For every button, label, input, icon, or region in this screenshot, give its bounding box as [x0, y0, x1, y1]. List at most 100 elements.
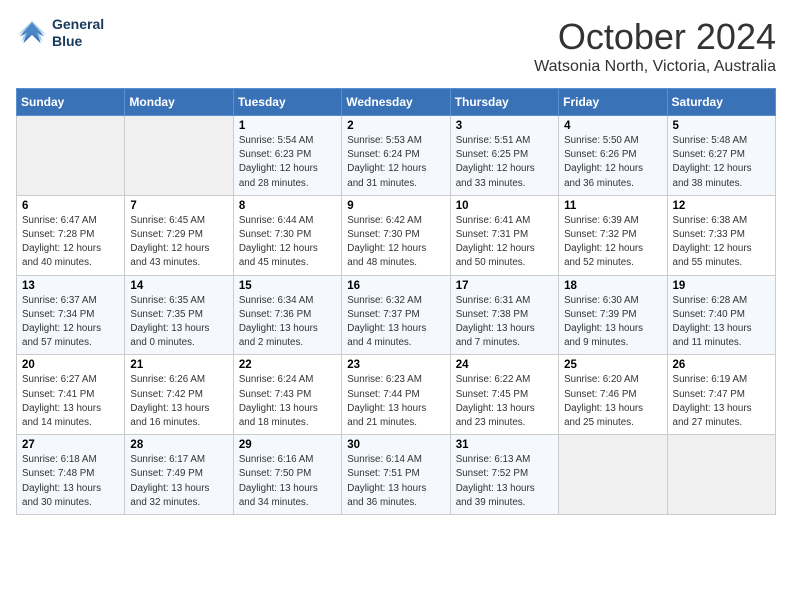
day-number: 24 [456, 359, 553, 371]
day-number: 5 [673, 120, 770, 132]
calendar-cell: 5 Sunrise: 5:48 AM Sunset: 6:27 PM Daylig… [667, 116, 775, 196]
day-info: Sunrise: 5:51 AM Sunset: 6:25 PM Dayligh… [456, 134, 553, 191]
day-info: Sunrise: 6:26 AM Sunset: 7:42 PM Dayligh… [130, 373, 227, 430]
calendar-cell: 1 Sunrise: 5:54 AM Sunset: 6:23 PM Daylig… [233, 116, 341, 196]
calendar-cell [667, 435, 775, 515]
calendar-cell: 31Sunrise: 6:13 AM Sunset: 7:52 PM Dayli… [450, 435, 558, 515]
day-number: 1 [239, 120, 336, 132]
day-info: Sunrise: 5:48 AM Sunset: 6:27 PM Dayligh… [673, 134, 770, 191]
calendar-cell: 18 Sunrise: 6:30 AM Sunset: 7:39 PM Dayli… [559, 275, 667, 355]
logo-icon [16, 19, 48, 47]
day-info: Sunrise: 6:27 AM Sunset: 7:41 PM Dayligh… [22, 373, 119, 430]
day-number: 27 [22, 439, 119, 451]
day-info: Sunrise: 6:30 AM Sunset: 7:39 PM Dayligh… [564, 294, 661, 351]
weekday-header: Saturday [667, 89, 775, 116]
location-title: Watsonia North, Victoria, Australia [534, 58, 776, 76]
day-number: 6 [22, 200, 119, 212]
calendar-cell: 7 Sunrise: 6:45 AM Sunset: 7:29 PM Daylig… [125, 195, 233, 275]
day-info: Sunrise: 6:31 AM Sunset: 7:38 PM Dayligh… [456, 294, 553, 351]
calendar-week-row: 6 Sunrise: 6:47 AM Sunset: 7:28 PM Daylig… [17, 195, 776, 275]
day-number: 10 [456, 200, 553, 212]
day-info: Sunrise: 6:16 AM Sunset: 7:50 PM Dayligh… [239, 453, 336, 510]
weekday-header: Thursday [450, 89, 558, 116]
calendar-week-row: 20 Sunrise: 6:27 AM Sunset: 7:41 PM Dayli… [17, 355, 776, 435]
day-number: 11 [564, 200, 661, 212]
calendar-cell: 10 Sunrise: 6:41 AM Sunset: 7:31 PM Dayli… [450, 195, 558, 275]
calendar-cell: 17 Sunrise: 6:31 AM Sunset: 7:38 PM Dayli… [450, 275, 558, 355]
day-info: Sunrise: 6:17 AM Sunset: 7:49 PM Dayligh… [130, 453, 227, 510]
calendar-cell: 15Sunrise: 6:34 AM Sunset: 7:36 PM Dayli… [233, 275, 341, 355]
day-info: Sunrise: 6:23 AM Sunset: 7:44 PM Dayligh… [347, 373, 444, 430]
calendar-cell: 11Sunrise: 6:39 AM Sunset: 7:32 PM Dayli… [559, 195, 667, 275]
calendar-cell: 28 Sunrise: 6:17 AM Sunset: 7:49 PM Dayli… [125, 435, 233, 515]
day-info: Sunrise: 6:42 AM Sunset: 7:30 PM Dayligh… [347, 214, 444, 271]
day-info: Sunrise: 6:38 AM Sunset: 7:33 PM Dayligh… [673, 214, 770, 271]
calendar-cell [559, 435, 667, 515]
calendar-cell: 26Sunrise: 6:19 AM Sunset: 7:47 PM Dayli… [667, 355, 775, 435]
calendar-cell: 25 Sunrise: 6:20 AM Sunset: 7:46 PM Dayli… [559, 355, 667, 435]
day-number: 28 [130, 439, 227, 451]
weekday-header: Friday [559, 89, 667, 116]
day-number: 23 [347, 359, 444, 371]
calendar-cell: 22 Sunrise: 6:24 AM Sunset: 7:43 PM Dayli… [233, 355, 341, 435]
logo-text: General Blue [52, 16, 104, 50]
day-number: 16 [347, 280, 444, 292]
day-info: Sunrise: 6:24 AM Sunset: 7:43 PM Dayligh… [239, 373, 336, 430]
day-number: 8 [239, 200, 336, 212]
day-info: Sunrise: 5:54 AM Sunset: 6:23 PM Dayligh… [239, 134, 336, 191]
title-area: October 2024 Watsonia North, Victoria, A… [534, 16, 776, 76]
weekday-header: Monday [125, 89, 233, 116]
day-number: 17 [456, 280, 553, 292]
day-number: 18 [564, 280, 661, 292]
day-number: 26 [673, 359, 770, 371]
day-number: 9 [347, 200, 444, 212]
calendar-cell [125, 116, 233, 196]
calendar-cell: 20 Sunrise: 6:27 AM Sunset: 7:41 PM Dayli… [17, 355, 125, 435]
day-info: Sunrise: 6:32 AM Sunset: 7:37 PM Dayligh… [347, 294, 444, 351]
calendar-cell: 13 Sunrise: 6:37 AM Sunset: 7:34 PM Dayli… [17, 275, 125, 355]
day-info: Sunrise: 5:50 AM Sunset: 6:26 PM Dayligh… [564, 134, 661, 191]
calendar-cell: 23 Sunrise: 6:23 AM Sunset: 7:44 PM Dayli… [342, 355, 450, 435]
day-number: 25 [564, 359, 661, 371]
day-number: 2 [347, 120, 444, 132]
calendar-cell: 14Sunrise: 6:35 AM Sunset: 7:35 PM Dayli… [125, 275, 233, 355]
calendar-cell: 2 Sunrise: 5:53 AM Sunset: 6:24 PM Daylig… [342, 116, 450, 196]
day-number: 4 [564, 120, 661, 132]
day-number: 31 [456, 439, 553, 451]
day-info: Sunrise: 6:22 AM Sunset: 7:45 PM Dayligh… [456, 373, 553, 430]
day-number: 29 [239, 439, 336, 451]
calendar-week-row: 1 Sunrise: 5:54 AM Sunset: 6:23 PM Daylig… [17, 116, 776, 196]
day-number: 19 [673, 280, 770, 292]
day-info: Sunrise: 6:18 AM Sunset: 7:48 PM Dayligh… [22, 453, 119, 510]
logo: General Blue [16, 16, 104, 50]
day-number: 12 [673, 200, 770, 212]
calendar-cell: 8Sunrise: 6:44 AM Sunset: 7:30 PM Daylig… [233, 195, 341, 275]
calendar-cell: 30Sunrise: 6:14 AM Sunset: 7:51 PM Dayli… [342, 435, 450, 515]
day-number: 3 [456, 120, 553, 132]
day-info: Sunrise: 6:47 AM Sunset: 7:28 PM Dayligh… [22, 214, 119, 271]
calendar-cell: 6 Sunrise: 6:47 AM Sunset: 7:28 PM Daylig… [17, 195, 125, 275]
day-number: 22 [239, 359, 336, 371]
page-header: General Blue October 2024 Watsonia North… [16, 16, 776, 76]
calendar-cell: 4 Sunrise: 5:50 AM Sunset: 6:26 PM Daylig… [559, 116, 667, 196]
calendar-cell: 24 Sunrise: 6:22 AM Sunset: 7:45 PM Dayli… [450, 355, 558, 435]
calendar-week-row: 13 Sunrise: 6:37 AM Sunset: 7:34 PM Dayli… [17, 275, 776, 355]
calendar-week-row: 27 Sunrise: 6:18 AM Sunset: 7:48 PM Dayli… [17, 435, 776, 515]
day-info: Sunrise: 6:28 AM Sunset: 7:40 PM Dayligh… [673, 294, 770, 351]
day-number: 21 [130, 359, 227, 371]
weekday-header: Sunday [17, 89, 125, 116]
day-info: Sunrise: 5:53 AM Sunset: 6:24 PM Dayligh… [347, 134, 444, 191]
day-info: Sunrise: 6:41 AM Sunset: 7:31 PM Dayligh… [456, 214, 553, 271]
calendar-cell: 27 Sunrise: 6:18 AM Sunset: 7:48 PM Dayli… [17, 435, 125, 515]
day-info: Sunrise: 6:20 AM Sunset: 7:46 PM Dayligh… [564, 373, 661, 430]
calendar-cell [17, 116, 125, 196]
day-info: Sunrise: 6:37 AM Sunset: 7:34 PM Dayligh… [22, 294, 119, 351]
day-number: 13 [22, 280, 119, 292]
day-info: Sunrise: 6:14 AM Sunset: 7:51 PM Dayligh… [347, 453, 444, 510]
calendar-table: SundayMondayTuesdayWednesdayThursdayFrid… [16, 88, 776, 515]
day-info: Sunrise: 6:45 AM Sunset: 7:29 PM Dayligh… [130, 214, 227, 271]
day-number: 20 [22, 359, 119, 371]
calendar-cell: 12 Sunrise: 6:38 AM Sunset: 7:33 PM Dayli… [667, 195, 775, 275]
calendar-cell: 3 Sunrise: 5:51 AM Sunset: 6:25 PM Daylig… [450, 116, 558, 196]
day-number: 7 [130, 200, 227, 212]
